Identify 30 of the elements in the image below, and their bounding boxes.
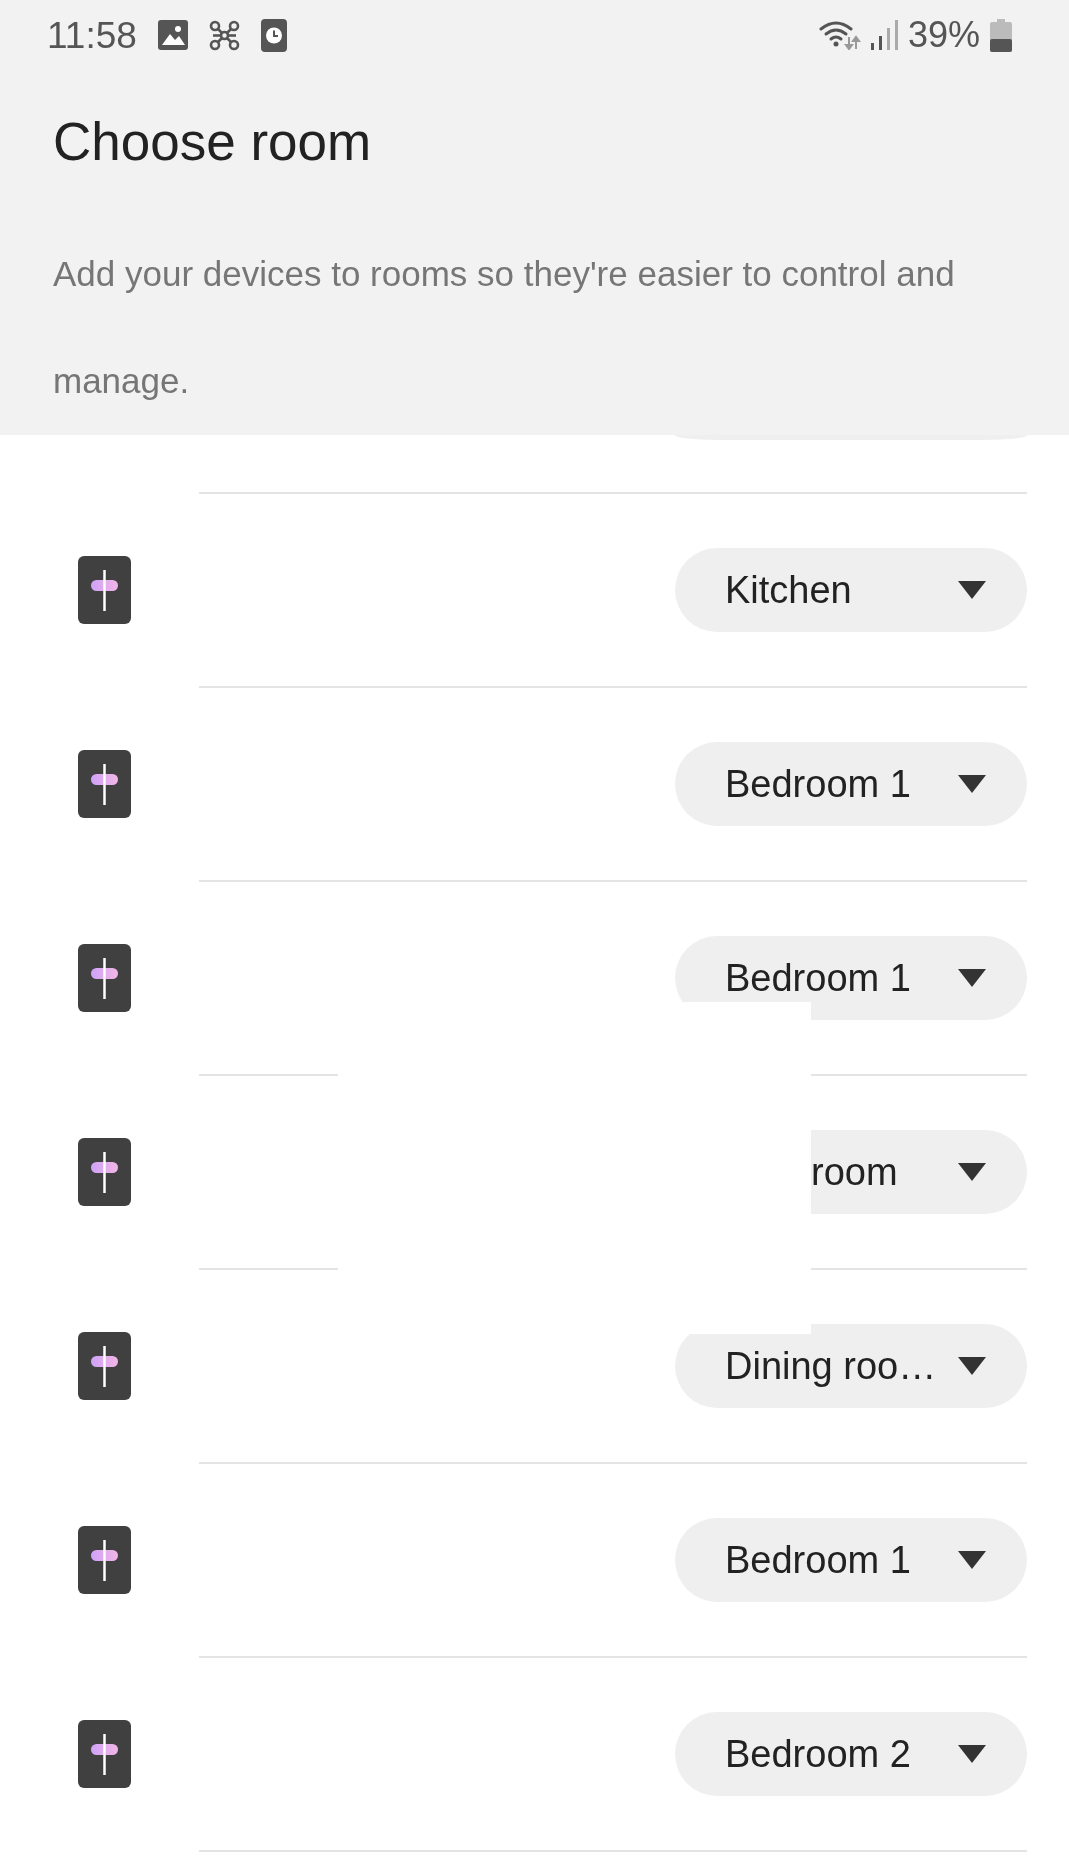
page-description: Add your devices to rooms so they're easier to control and manage. — [53, 253, 956, 402]
caret-icon — [958, 581, 986, 599]
caret-icon — [958, 1745, 986, 1763]
image-icon — [157, 20, 188, 50]
room-dropdown[interactable]: Bedroom 1 — [675, 742, 1027, 826]
status-time: 11:58 — [47, 16, 137, 54]
slider-icon — [78, 1526, 131, 1594]
slider-icon — [78, 1138, 131, 1206]
wifi-icon — [818, 20, 861, 50]
slider-icon — [78, 944, 131, 1012]
battery-icon — [990, 18, 1012, 52]
room-dropdown[interactable]: Bedroom 1 — [675, 936, 1027, 1020]
caret-icon — [958, 969, 986, 987]
room-dropdown[interactable]: Dining roo… — [675, 1324, 1027, 1408]
slider-icon — [78, 556, 131, 624]
caret-icon — [958, 775, 986, 793]
clock-icon — [260, 18, 287, 52]
room-dropdown[interactable]: Kitchen — [675, 548, 1027, 632]
caret-icon — [958, 1551, 986, 1569]
nodes-icon — [208, 19, 240, 51]
slider-icon — [78, 1720, 131, 1788]
page-title: Choose room — [53, 111, 373, 173]
slider-icon — [78, 1332, 131, 1400]
signal-icon — [870, 20, 898, 50]
slider-icon — [78, 750, 131, 818]
room-dropdown[interactable]: Bedroom 1 — [675, 1518, 1027, 1602]
battery-percent: 39% — [907, 17, 980, 53]
caret-icon — [958, 1163, 986, 1181]
caret-icon — [958, 1357, 986, 1375]
room-dropdown[interactable]: Bedroom 2 — [675, 1712, 1027, 1796]
